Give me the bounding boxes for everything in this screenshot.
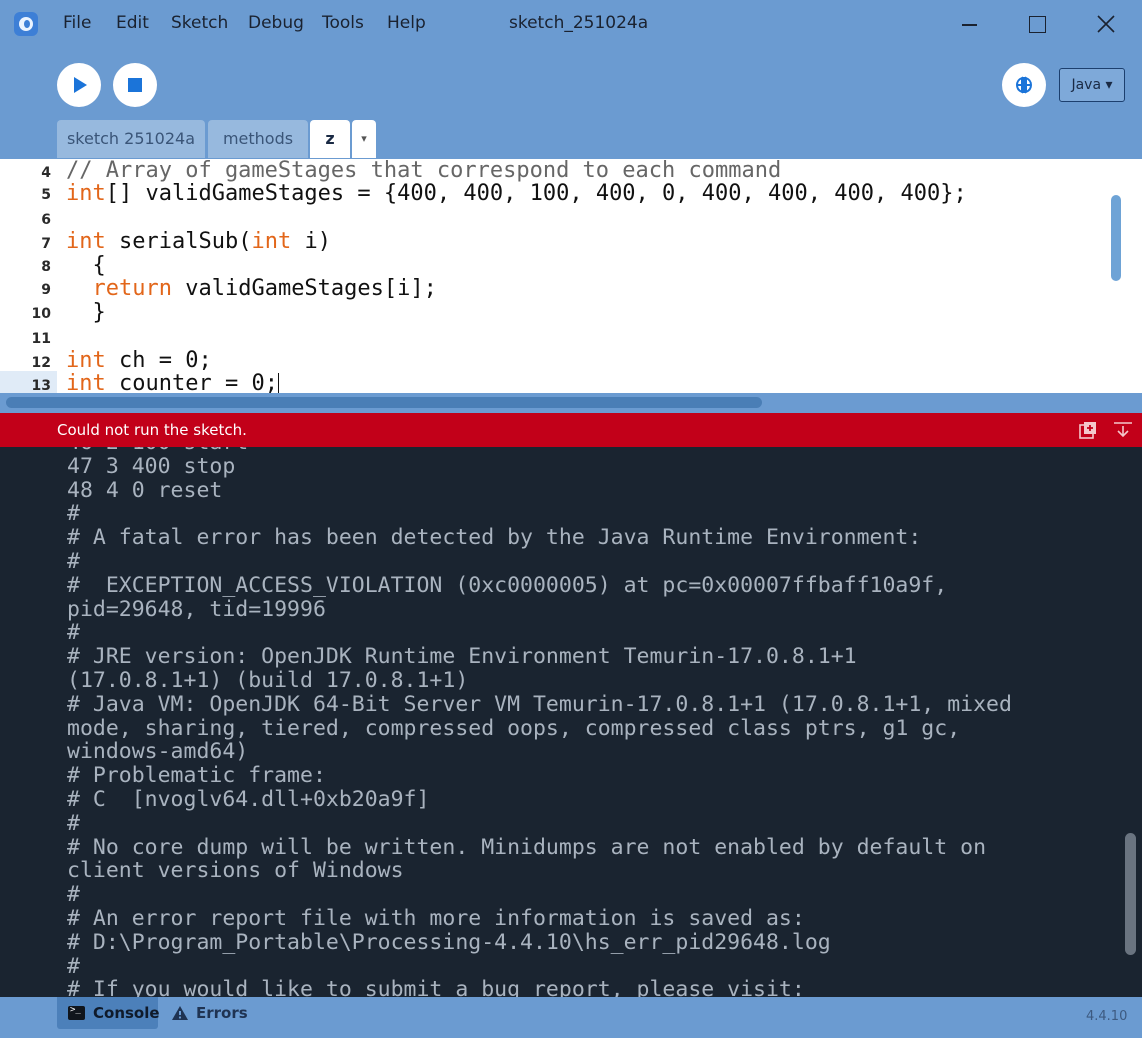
console-line: (17.0.8.1+1) (build 17.0.8.1+1) bbox=[67, 667, 469, 693]
editor-horizontal-scroll-thumb[interactable] bbox=[6, 397, 762, 408]
menu-sketch[interactable]: Sketch bbox=[171, 13, 228, 33]
tab-dropdown-button[interactable]: ▾ bbox=[352, 120, 376, 158]
console-line: pid=29648, tid=19996 bbox=[67, 596, 326, 622]
editor-vertical-scroll-thumb[interactable] bbox=[1111, 195, 1121, 281]
menu-tools[interactable]: Tools bbox=[322, 13, 364, 33]
code-line: int[] validGameStages = {400, 400, 100, … bbox=[66, 181, 967, 206]
version-label: 4.4.10 bbox=[1086, 1009, 1128, 1024]
errors-tab[interactable]: Errors bbox=[165, 997, 255, 1029]
debug-butterfly-icon bbox=[1015, 76, 1033, 94]
code-line: return validGameStages[i]; bbox=[92, 276, 437, 301]
line-number: 10 bbox=[31, 306, 51, 322]
warning-icon bbox=[172, 1006, 188, 1020]
code-line: // Array of gameStages that correspond t… bbox=[66, 159, 782, 183]
mode-selector[interactable]: Java ▾ bbox=[1059, 68, 1125, 102]
status-bar: Could not run the sketch. bbox=[0, 413, 1142, 447]
line-number: 8 bbox=[41, 259, 51, 275]
line-number: 7 bbox=[41, 236, 51, 252]
close-button[interactable] bbox=[1083, 0, 1129, 48]
minimize-button[interactable] bbox=[946, 0, 992, 48]
debug-button[interactable] bbox=[1002, 63, 1046, 107]
window-title: sketch_251024a bbox=[509, 13, 649, 33]
status-message: Could not run the sketch. bbox=[57, 421, 247, 439]
console-line: # bbox=[67, 501, 80, 527]
close-icon bbox=[1097, 15, 1115, 33]
code-text-area[interactable]: // Array of gameStages that correspond t… bbox=[57, 159, 1106, 393]
console-line: # bbox=[67, 548, 80, 574]
tab-sketch-251024a[interactable]: sketch 251024a bbox=[57, 120, 205, 158]
console-line: mode, sharing, tiered, compressed oops, … bbox=[67, 715, 961, 741]
console-output[interactable]: 46 2 100 start47 3 400 stop48 4 0 reset#… bbox=[0, 447, 1142, 997]
console-line: # bbox=[67, 882, 80, 908]
line-number: 6 bbox=[41, 212, 51, 228]
console-line: # bbox=[67, 810, 80, 836]
console-line: # An error report file with more informa… bbox=[67, 905, 805, 931]
code-line: int serialSub(int i) bbox=[66, 229, 331, 254]
console-line: # bbox=[67, 620, 80, 646]
tab-z[interactable]: z bbox=[310, 120, 350, 158]
console-line: # C [nvoglv64.dll+0xb20a9f] bbox=[67, 786, 430, 812]
menu-file[interactable]: File bbox=[63, 13, 91, 33]
title-bar: File Edit Sketch Debug Tools Help sketch… bbox=[0, 0, 1142, 48]
maximize-button[interactable] bbox=[1014, 0, 1060, 48]
console-line: 48 4 0 reset bbox=[67, 477, 223, 503]
console-line: # bbox=[67, 953, 80, 979]
copy-icon[interactable] bbox=[1079, 421, 1097, 439]
code-line: { bbox=[66, 253, 106, 278]
console-line: # A fatal error has been detected by the… bbox=[67, 525, 922, 551]
console-vertical-scroll-thumb[interactable] bbox=[1125, 833, 1136, 955]
console-line: # Problematic frame: bbox=[67, 763, 326, 789]
console-text: 46 2 100 start47 3 400 stop48 4 0 reset#… bbox=[67, 447, 1117, 997]
line-number: 4 bbox=[41, 165, 51, 181]
code-editor[interactable]: 4 5 6 7 8 9 10 11 12 13 // Array of gameStages th… bbox=[0, 159, 1142, 394]
console-line: client versions of Windows bbox=[67, 858, 404, 884]
console-line: # D:\Program_Portable\Processing-4.4.10\… bbox=[67, 929, 831, 955]
console-line: # No core dump will be written. Minidump… bbox=[67, 834, 987, 860]
console-tab[interactable]: Console bbox=[57, 997, 160, 1029]
terminal-icon bbox=[68, 1005, 85, 1020]
menu-edit[interactable]: Edit bbox=[116, 13, 149, 33]
line-number: 5 bbox=[41, 187, 51, 203]
menu-help[interactable]: Help bbox=[387, 13, 426, 33]
code-line: int counter = 0; bbox=[66, 371, 279, 393]
line-number: 13 bbox=[31, 378, 51, 394]
errors-tab-label: Errors bbox=[196, 1004, 248, 1022]
console-line: # Java VM: OpenJDK 64-Bit Server VM Temu… bbox=[67, 691, 1012, 717]
console-tab-label: Console bbox=[93, 1004, 160, 1022]
console-line: windows-amd64) bbox=[67, 739, 249, 765]
menu-debug[interactable]: Debug bbox=[248, 13, 304, 33]
tab-methods[interactable]: methods bbox=[208, 120, 308, 158]
clear-console-icon[interactable] bbox=[1113, 421, 1133, 439]
console-line: # If you would like to submit a bug repo… bbox=[67, 977, 805, 997]
processing-logo-icon bbox=[14, 12, 38, 36]
code-line: int ch = 0; bbox=[66, 348, 212, 373]
line-number: 11 bbox=[31, 331, 51, 347]
line-number: 12 bbox=[31, 355, 51, 371]
code-line: } bbox=[66, 300, 106, 325]
run-button[interactable] bbox=[57, 63, 101, 107]
line-number: 9 bbox=[41, 282, 51, 298]
footer-bar: Console Errors 4.4.10 bbox=[0, 997, 1142, 1038]
stop-button[interactable] bbox=[113, 63, 157, 107]
console-line: # EXCEPTION_ACCESS_VIOLATION (0xc0000005… bbox=[67, 572, 948, 598]
text-caret bbox=[277, 373, 279, 393]
console-line: 47 3 400 stop bbox=[67, 453, 236, 479]
console-line: # JRE version: OpenJDK Runtime Environme… bbox=[67, 644, 857, 670]
editor-horizontal-scrollbar[interactable] bbox=[0, 393, 1142, 413]
